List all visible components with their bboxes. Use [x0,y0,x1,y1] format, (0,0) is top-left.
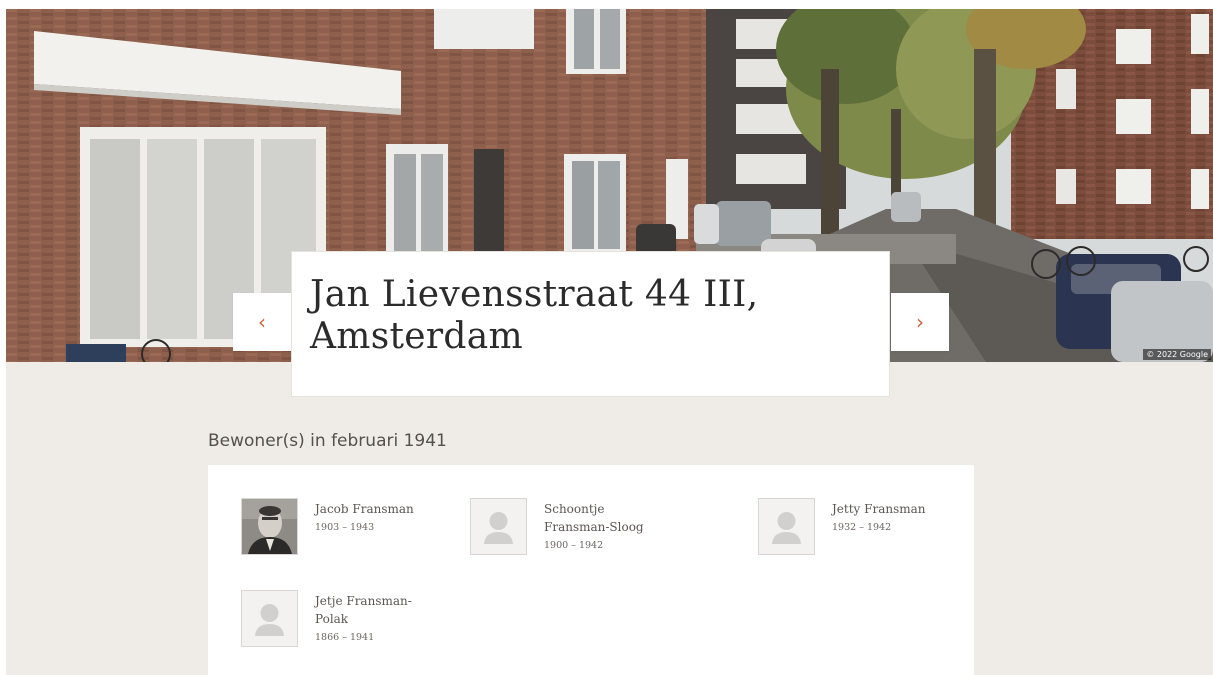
chevron-left-icon: ‹ [258,310,266,334]
resident-name[interactable]: Schoontje Fransman-Sloog [544,500,654,536]
person-placeholder-icon [758,498,815,555]
address-title-card: Jan Lievensstraat 44 III, Amsterdam [291,251,890,397]
resident-item[interactable]: Jetty Fransman 1932 – 1942 [758,498,942,555]
resident-info: Jetty Fransman 1932 – 1942 [832,500,942,535]
resident-info: Jacob Fransman 1903 – 1943 [315,500,425,535]
resident-years: 1866 – 1941 [315,632,375,643]
resident-name[interactable]: Jacob Fransman [315,500,425,518]
residents-list: Jacob Fransman 1903 – 1943 Schoontje Fra… [208,465,974,675]
previous-image-button[interactable]: ‹ [233,293,291,351]
resident-item[interactable]: Jetje Fransman-Polak 1866 – 1941 [241,590,425,647]
resident-name[interactable]: Jetty Fransman [832,500,942,518]
resident-item[interactable]: Schoontje Fransman-Sloog 1900 – 1942 [470,498,654,555]
person-placeholder-icon [241,590,298,647]
resident-info: Schoontje Fransman-Sloog 1900 – 1942 [544,500,654,553]
portrait-photo [241,498,298,555]
resident-years: 1903 – 1943 [315,522,375,533]
page-title: Jan Lievensstraat 44 III, Amsterdam [310,274,871,358]
resident-years: 1932 – 1942 [832,522,892,533]
page: © 2022 Google ‹ › Jan Lievensstraat 44 I… [0,0,1213,675]
resident-name[interactable]: Jetje Fransman-Polak [315,592,425,628]
residents-heading: Bewoner(s) in februari 1941 [208,431,447,451]
chevron-right-icon: › [916,310,924,334]
map-attribution: © 2022 Google [1143,349,1211,360]
resident-info: Jetje Fransman-Polak 1866 – 1941 [315,592,425,645]
resident-item[interactable]: Jacob Fransman 1903 – 1943 [241,498,425,555]
page-title-line-1: Jan Lievensstraat 44 III, [310,274,759,315]
person-placeholder-icon [470,498,527,555]
resident-years: 1900 – 1942 [544,540,604,551]
page-title-line-2: Amsterdam [310,316,523,357]
next-image-button[interactable]: › [891,293,949,351]
